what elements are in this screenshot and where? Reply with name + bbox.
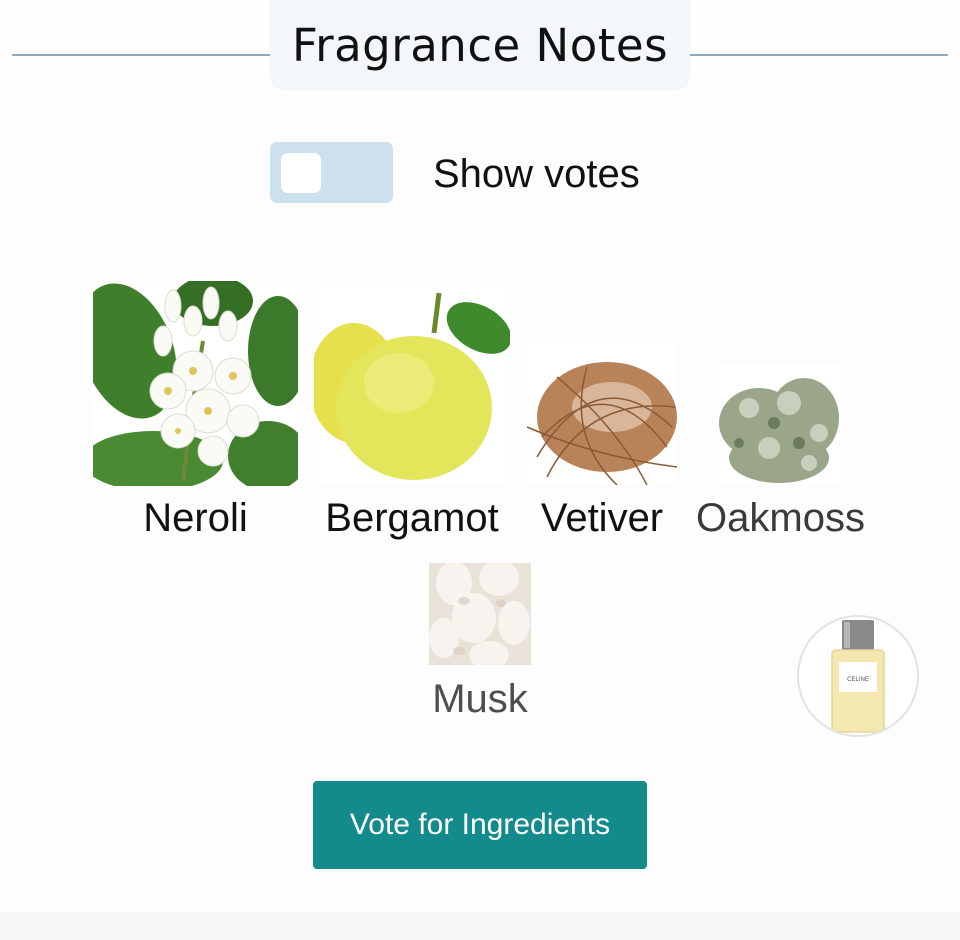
note-label: Neroli (143, 496, 248, 540)
vote-for-ingredients-button[interactable]: Vote for Ingredients (313, 781, 647, 869)
header-divider-right (690, 54, 948, 56)
note-bergamot[interactable]: Bergamot (314, 288, 510, 551)
note-oakmoss[interactable]: Oakmoss (693, 363, 868, 551)
note-label: Musk (432, 677, 528, 721)
musk-cotton-image (429, 563, 531, 665)
note-vetiver[interactable]: Vetiver (527, 337, 677, 551)
note-label: Vetiver (540, 496, 664, 540)
oakmoss-lichen-image (719, 363, 841, 485)
section-header: Fragrance Notes (270, 0, 690, 90)
section-title: Fragrance Notes (291, 18, 669, 72)
bergamot-fruit-image (314, 288, 510, 485)
toggle-knob (281, 153, 321, 193)
header-divider-left (12, 54, 270, 56)
note-musk[interactable]: Musk (420, 563, 540, 728)
footer-band (0, 912, 960, 940)
neroli-flower-image (93, 281, 298, 486)
perfume-bottle-badge[interactable]: CELINE (797, 615, 919, 737)
note-neroli[interactable]: Neroli (93, 281, 298, 551)
show-votes-label: Show votes (433, 152, 640, 196)
note-label: Bergamot (325, 496, 499, 540)
vetiver-root-image (527, 337, 677, 485)
note-label: Oakmoss (696, 496, 865, 540)
bottle-brand-text: CELINE (847, 677, 869, 683)
show-votes-toggle[interactable] (270, 142, 393, 203)
perfume-bottle-image: CELINE (831, 620, 885, 733)
